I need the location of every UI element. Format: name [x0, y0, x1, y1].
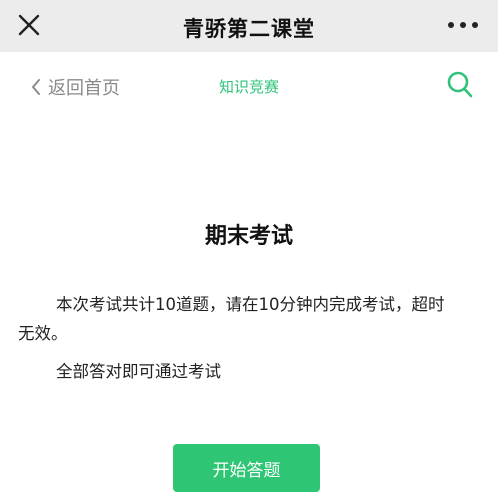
more-button[interactable] — [446, 14, 480, 36]
search-icon — [447, 71, 473, 98]
title-bar: 青骄第二课堂 — [0, 0, 498, 52]
more-dots-icon — [448, 22, 478, 28]
exam-description: 本次考试共计10道题，请在10分钟内完成考试，超时无效。 — [18, 295, 445, 343]
exam-note: 全部答对即可通过考试 — [56, 362, 221, 381]
nav-bar: 返回首页 知识竞赛 — [0, 52, 498, 118]
app-title: 青骄第二课堂 — [183, 17, 315, 41]
start-exam-label: 开始答题 — [212, 460, 281, 481]
nav-title: 知识竞赛 — [218, 78, 279, 96]
start-exam-button[interactable]: 开始答题 — [173, 444, 320, 492]
exam-title: 期末考试 — [204, 224, 293, 249]
search-button[interactable] — [446, 70, 474, 100]
